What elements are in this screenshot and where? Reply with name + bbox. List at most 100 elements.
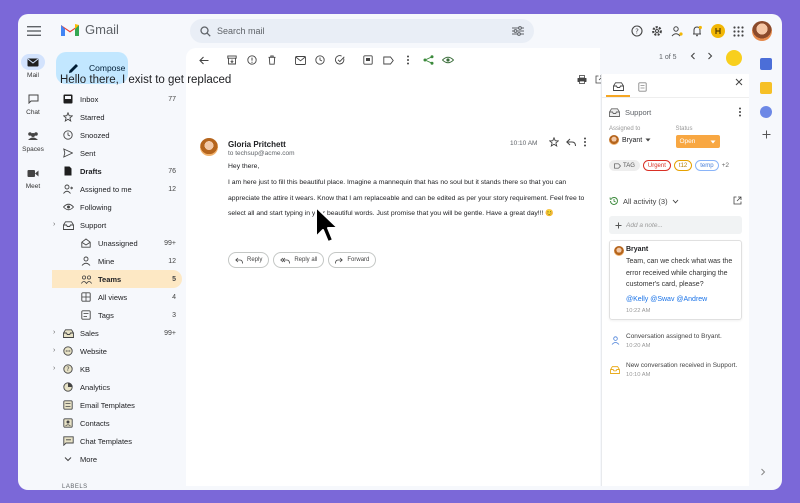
sidebar-item-snoozed[interactable]: Snoozed (52, 126, 182, 144)
rail-item-mail[interactable]: Mail (18, 54, 48, 79)
sidebar-item-teams[interactable]: Teams 5 (52, 270, 182, 288)
reply-arrow-icon[interactable] (566, 138, 576, 147)
tag-temp[interactable]: temp (695, 160, 719, 171)
status-field: Status Open (675, 126, 743, 148)
sidebar-item-chat-templates[interactable]: Chat Templates (52, 432, 182, 450)
sidebar-item-starred[interactable]: Starred (52, 108, 182, 126)
search-icon[interactable] (200, 25, 211, 37)
settings-gear-icon[interactable] (651, 25, 663, 37)
view-eye-icon[interactable] (438, 50, 458, 70)
share-icon[interactable] (418, 50, 438, 70)
move-to-icon[interactable] (358, 50, 378, 70)
plus-icon[interactable] (762, 130, 771, 139)
keep-addon-icon[interactable] (760, 82, 772, 94)
more-tags-count[interactable]: +2 (722, 162, 729, 169)
gmail-logo[interactable]: Gmail (60, 22, 119, 37)
rail-item-chat[interactable]: Chat (18, 91, 48, 116)
rail-item-spaces[interactable]: Spaces (18, 128, 48, 153)
template-icon (62, 399, 74, 411)
sidebar-item-following[interactable]: Following (52, 198, 182, 216)
sidebar-item-kb[interactable]: › ? KB (52, 360, 182, 378)
hiver-badge-icon[interactable] (711, 24, 725, 38)
reply-all-button[interactable]: Reply all (273, 252, 325, 268)
report-spam-icon[interactable] (242, 50, 262, 70)
back-arrow-icon[interactable] (194, 50, 214, 70)
meet-icon (21, 165, 45, 181)
sidebar-item-sent[interactable]: Sent (52, 144, 182, 162)
inbox-tray-icon (610, 361, 620, 378)
main-menu-icon[interactable] (26, 23, 42, 39)
email-subject: Hello there, I exist to get replaced (60, 74, 232, 86)
conversation-side-panel: Support Assigned to Bryant Status Open T… (601, 74, 749, 486)
tab-conversation[interactable] (606, 77, 630, 97)
help-icon[interactable]: ? (631, 25, 643, 37)
apps-grid-icon[interactable] (733, 25, 744, 37)
forward-button[interactable]: Forward (328, 252, 377, 268)
message-actions (549, 137, 587, 147)
label-icon[interactable] (378, 50, 398, 70)
more-vert-icon[interactable] (398, 50, 418, 70)
more-vert-icon[interactable] (583, 137, 587, 147)
add-tag-button[interactable]: TAG (609, 160, 640, 171)
sidebar-item-support[interactable]: › Support (52, 216, 182, 234)
chevron-right-icon[interactable] (705, 51, 715, 61)
sidebar-item-all-views[interactable]: All views 4 (52, 288, 182, 306)
sidebar-item-contacts[interactable]: Contacts (52, 414, 182, 432)
add-task-icon[interactable] (330, 50, 350, 70)
assignee-dropdown[interactable]: Bryant (609, 135, 676, 145)
more-vert-icon[interactable] (738, 107, 742, 117)
spaces-icon (21, 128, 45, 144)
sidebar-item-analytics[interactable]: Analytics (52, 378, 182, 396)
sidebar-item-tags[interactable]: Tags 3 (52, 306, 182, 324)
rail-item-meet[interactable]: Meet (18, 165, 48, 190)
reply-button[interactable]: Reply (228, 252, 270, 268)
tag-t12[interactable]: t12 (673, 160, 693, 171)
expand-panel-icon[interactable] (760, 468, 766, 476)
sidebar-item-more[interactable]: More (52, 450, 182, 468)
archive-icon[interactable] (222, 50, 242, 70)
search-bar[interactable] (190, 19, 534, 43)
sidebar-item-email-templates[interactable]: Email Templates (52, 396, 182, 414)
sender-avatar[interactable] (200, 138, 218, 156)
calendar-addon-icon[interactable] (760, 58, 772, 70)
mark-unread-icon[interactable] (290, 50, 310, 70)
sidebar-item-drafts[interactable]: Drafts 76 (52, 162, 182, 180)
open-external-icon[interactable] (733, 196, 742, 205)
comment-mentions[interactable]: @Kelly @Swav @Andrew (626, 294, 735, 306)
addon-rail (756, 58, 776, 139)
account-avatar[interactable] (752, 21, 772, 41)
delete-trash-icon[interactable] (262, 50, 282, 70)
tasks-addon-icon[interactable] (760, 106, 772, 118)
chevron-right-icon[interactable]: › (53, 221, 55, 228)
sender-name[interactable]: Gloria Pritchett (228, 140, 286, 149)
add-note-box[interactable] (609, 216, 742, 234)
print-icon[interactable] (577, 75, 587, 84)
sidebar-item-mine[interactable]: Mine 12 (52, 252, 182, 270)
sidebar-item-assigned-to-me[interactable]: Assigned to me 12 (52, 180, 182, 198)
chevron-down-icon (62, 453, 74, 465)
sidebar-item-website[interactable]: › Website (52, 342, 182, 360)
send-icon (62, 147, 74, 159)
activity-filter[interactable]: All activity (3) (609, 196, 742, 206)
close-icon[interactable] (735, 78, 743, 86)
sidebar-item-inbox[interactable]: Inbox 77 (52, 90, 182, 108)
tag-urgent[interactable]: Urgent (642, 160, 671, 171)
sidebar-item-unassigned[interactable]: Unassigned 99+ (52, 234, 182, 252)
search-options-icon[interactable] (512, 26, 524, 36)
chevron-right-icon[interactable]: › (53, 347, 55, 354)
hiver-status-icon[interactable] (726, 50, 742, 66)
notifications-bell-icon[interactable] (691, 25, 703, 37)
shared-inbox-icon (62, 327, 74, 339)
sidebar-item-sales[interactable]: › Sales 99+ (52, 324, 182, 342)
search-input[interactable] (217, 26, 512, 36)
add-note-input[interactable] (626, 221, 736, 229)
star-icon[interactable] (549, 137, 559, 147)
message-toolbar (186, 48, 600, 72)
chevron-right-icon[interactable]: › (53, 365, 55, 372)
snooze-clock-icon[interactable] (310, 50, 330, 70)
status-dropdown[interactable]: Open (675, 135, 720, 148)
chevron-left-icon[interactable] (688, 51, 698, 61)
user-status-icon[interactable] (671, 25, 683, 37)
tab-details[interactable] (630, 77, 654, 97)
chevron-right-icon[interactable]: › (53, 329, 55, 336)
